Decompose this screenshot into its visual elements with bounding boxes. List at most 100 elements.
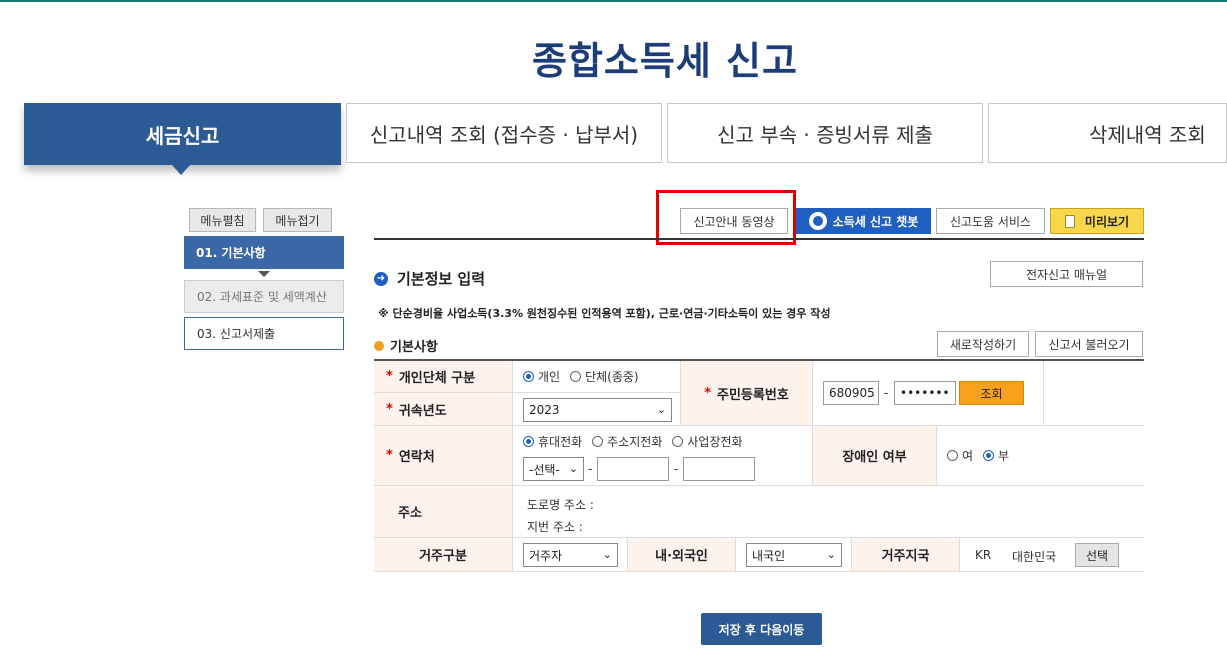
chatbot-button[interactable]: 소득세 신고 챗봇 xyxy=(796,208,931,234)
rrn-empty-cell xyxy=(1044,361,1144,426)
load-form-button[interactable]: 신고서 불러오기 xyxy=(1035,331,1143,357)
subsection-title-label: 기본사항 xyxy=(390,340,438,355)
chevron-down-icon: ⌄ xyxy=(826,548,836,561)
preview-button[interactable]: 미리보기 xyxy=(1050,208,1144,234)
phone-middle-input[interactable] xyxy=(597,457,669,481)
radio-group-label: 단체(종중) xyxy=(585,370,639,384)
country-select-button[interactable]: 선택 xyxy=(1075,543,1119,567)
section-title-label: 기본정보 입력 xyxy=(397,270,486,288)
entity-type-text: 개인단체 구분 xyxy=(398,371,476,386)
radio-unchecked-icon xyxy=(592,436,604,447)
help-service-button[interactable]: 신고도움 서비스 xyxy=(936,208,1045,234)
new-form-button[interactable]: 새로작성하기 xyxy=(937,331,1029,357)
chevron-down-icon: ⌄ xyxy=(602,548,612,561)
sidebar-step-basic[interactable]: 01. 기본사항 xyxy=(184,236,344,269)
highlight-box xyxy=(656,190,796,245)
required-mark: * xyxy=(386,369,393,384)
radio-individual-label: 개인 xyxy=(538,370,561,384)
tab-filing-history[interactable]: 신고내역 조회 (접수증 · 납부서) xyxy=(346,103,662,163)
phone-prefix-value: -선택- xyxy=(529,462,560,477)
section-title: ➜ 기본정보 입력 xyxy=(374,268,485,289)
page-title: 종합소득세 신고 xyxy=(532,39,798,83)
entity-type-label: * 개인단체 구분 xyxy=(374,361,513,393)
filing-note: ※ 단순경비율 사업소득(3.3% 원천징수된 인적용역 포함), 근로·연금·… xyxy=(378,307,831,320)
radio-work-phone[interactable]: 사업장전화 xyxy=(672,433,743,450)
country-name: 대한민국 xyxy=(1012,550,1057,564)
sidebar-step-tax-calc[interactable]: 02. 과세표준 및 세액계산 xyxy=(184,280,344,313)
preview-button-label: 미리보기 xyxy=(1084,214,1130,229)
chevron-down-icon: ⌄ xyxy=(656,403,666,416)
phone-dash-1: - xyxy=(588,462,593,476)
tab-attachments[interactable]: 신고 부속 · 증빙서류 제출 xyxy=(667,103,983,163)
chatbot-logo-icon xyxy=(808,212,827,230)
subsection-title: 기본사항 xyxy=(374,336,438,355)
document-icon xyxy=(1064,214,1075,228)
year-select-value: 2023 xyxy=(529,403,560,417)
chevron-down-icon: ⌄ xyxy=(568,462,578,475)
top-accent-line xyxy=(0,0,1227,2)
radio-unchecked-icon xyxy=(672,436,684,447)
menu-collapse-button[interactable]: 메뉴접기 xyxy=(263,208,332,232)
year-text: 귀속년도 xyxy=(398,403,447,419)
radio-individual[interactable]: 개인 xyxy=(523,368,560,385)
contact-label: * 연락처 xyxy=(374,426,513,486)
contact-text: 연락처 xyxy=(398,450,435,465)
active-tab-pointer xyxy=(172,165,190,175)
radio-disability-yes-label: 여 xyxy=(962,449,974,463)
sidebar-step-submit[interactable]: 03. 신고서제출 xyxy=(184,317,344,350)
radio-home-phone-label: 주소지전화 xyxy=(607,435,663,449)
radio-mobile[interactable]: 휴대전화 xyxy=(523,433,582,450)
address-cell xyxy=(513,486,1144,538)
year-label: * 귀속년도 xyxy=(374,393,513,426)
manual-button[interactable]: 전자신고 매뉴얼 xyxy=(990,261,1143,287)
arrow-circle-icon: ➜ xyxy=(374,271,388,286)
required-mark: * xyxy=(704,385,712,401)
phone-dash-2: - xyxy=(674,462,679,476)
residence-select[interactable]: 거주자 ⌄ xyxy=(523,543,618,567)
road-address-label: 도로명 주소 : xyxy=(527,498,594,512)
phone-prefix-select[interactable]: -선택- ⌄ xyxy=(523,457,584,481)
country-label: 거주지국 xyxy=(852,538,960,572)
chatbot-button-label: 소득세 신고 챗봇 xyxy=(832,214,919,229)
radio-unchecked-icon xyxy=(947,450,958,461)
tab-tax-filing[interactable]: 세금신고 xyxy=(24,103,341,165)
radio-disability-no-label: 부 xyxy=(998,449,1010,463)
address-label: 주소 xyxy=(374,486,513,538)
rrn-back-input[interactable]: ••••••• xyxy=(894,381,956,405)
radio-checked-icon xyxy=(523,371,534,382)
rrn-text: 주민등록번호 xyxy=(717,387,789,403)
radio-disability-yes[interactable]: 여 xyxy=(947,447,973,464)
disability-options: 여 부 xyxy=(937,426,1144,486)
disability-label: 장애인 여부 xyxy=(813,426,937,486)
header-rule xyxy=(374,238,1144,240)
radio-unchecked-icon xyxy=(570,371,582,382)
contact-options: 휴대전화 주소지전화 사업장전화 xyxy=(523,433,753,450)
bullet-icon xyxy=(374,340,384,351)
radio-home-phone[interactable]: 주소지전화 xyxy=(592,433,662,450)
rrn-label: * 주민등록번호 xyxy=(681,361,813,426)
required-mark: * xyxy=(386,448,393,463)
menu-expand-button[interactable]: 메뉴펼침 xyxy=(189,208,256,232)
year-select[interactable]: 2023 ⌄ xyxy=(523,398,672,422)
required-mark: * xyxy=(386,401,393,417)
save-next-button[interactable]: 저장 후 다음이동 xyxy=(701,613,822,645)
tab-deleted-history[interactable]: 삭제내역 조회 xyxy=(988,103,1227,163)
entity-type-options: 개인 단체(종중) xyxy=(513,361,681,393)
radio-group[interactable]: 단체(종중) xyxy=(570,368,639,385)
nationality-label: 내·외국인 xyxy=(628,538,736,572)
lot-address-label: 지번 주소 : xyxy=(527,520,583,534)
radio-work-phone-label: 사업장전화 xyxy=(687,435,743,449)
rrn-dash: - xyxy=(884,386,889,400)
residence-label: 거주구분 xyxy=(374,538,513,572)
nationality-select[interactable]: 내국인 ⌄ xyxy=(746,543,842,567)
radio-checked-icon xyxy=(983,450,995,461)
residence-select-value: 거주자 xyxy=(529,548,563,563)
country-code: KR xyxy=(975,548,992,562)
radio-checked-icon xyxy=(523,436,534,447)
radio-mobile-label: 휴대전화 xyxy=(538,435,583,449)
rrn-front-input[interactable]: 680905 xyxy=(823,381,879,405)
nationality-select-value: 내국인 xyxy=(752,548,786,563)
rrn-lookup-button[interactable]: 조회 xyxy=(959,381,1024,405)
phone-last-input[interactable] xyxy=(683,457,755,481)
radio-disability-no[interactable]: 부 xyxy=(983,447,1009,464)
